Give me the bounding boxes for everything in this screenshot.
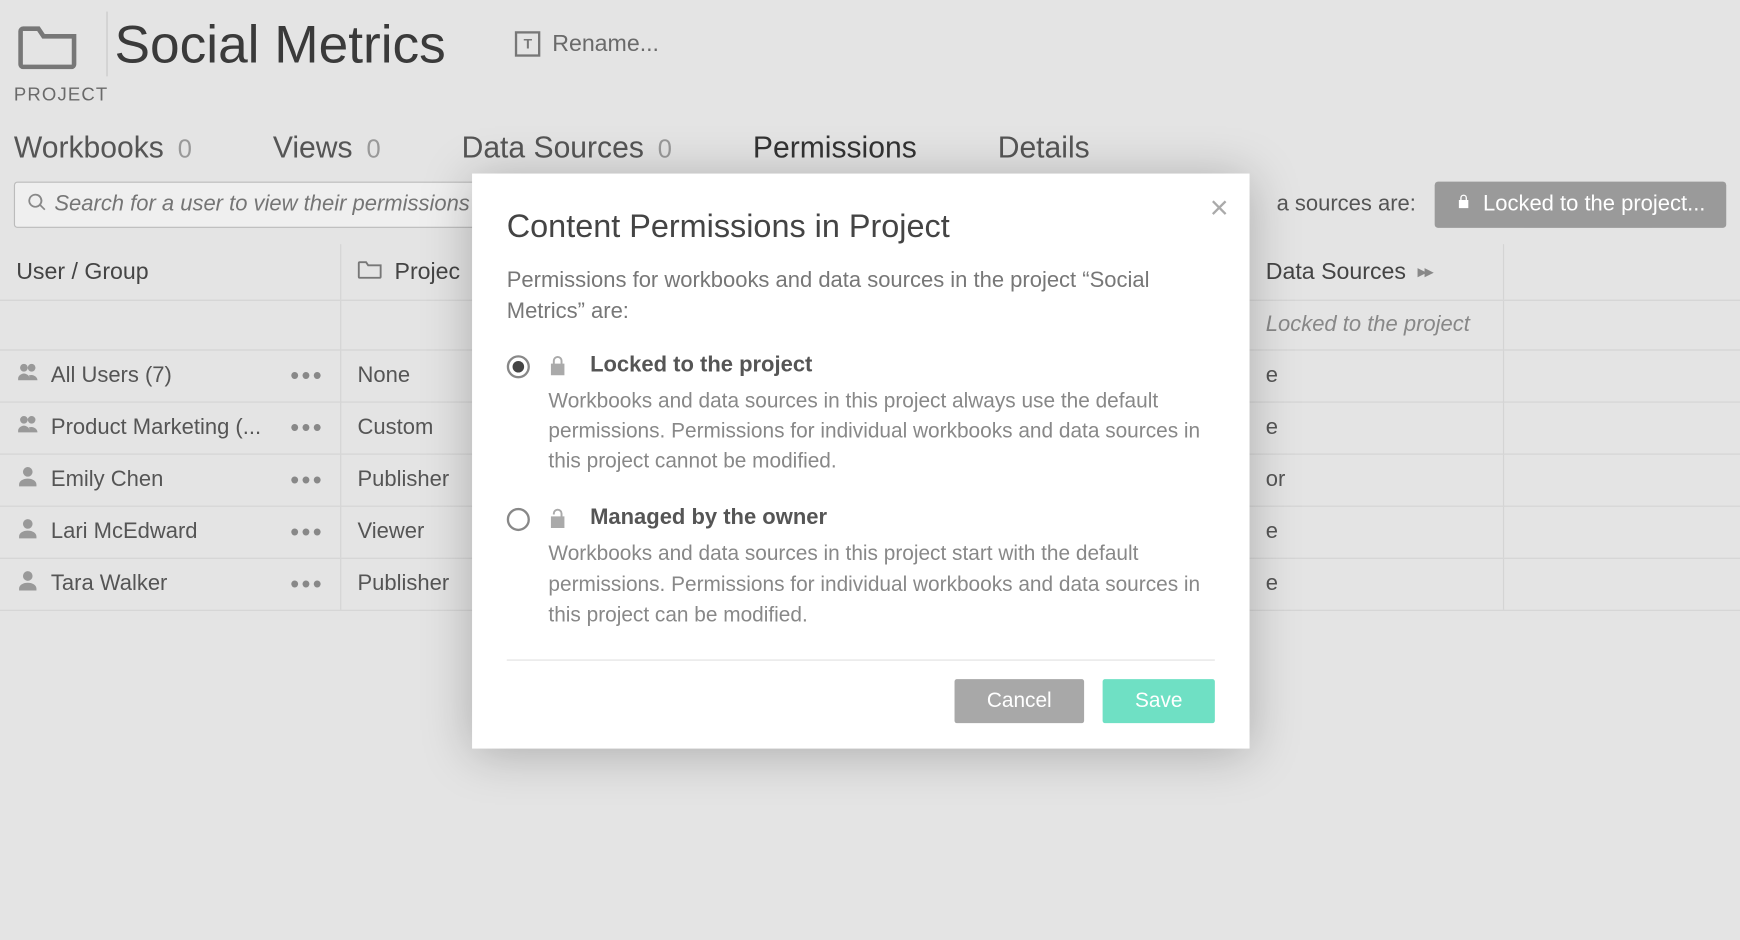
option-managed-by-owner[interactable]: Managed by the owner Workbooks and data … (507, 506, 1215, 629)
modal-overlay: × Content Permissions in Project Permiss… (0, 0, 1740, 939)
option-managed-title: Managed by the owner (590, 506, 1215, 531)
radio-locked[interactable] (507, 355, 530, 378)
close-button[interactable]: × (1210, 190, 1229, 227)
option-locked-to-project[interactable]: Locked to the project Workbooks and data… (507, 353, 1215, 476)
lock-icon (546, 353, 581, 385)
cancel-button[interactable]: Cancel (954, 679, 1084, 723)
modal-description: Permissions for workbooks and data sourc… (507, 266, 1215, 328)
content-permissions-modal: × Content Permissions in Project Permiss… (472, 174, 1250, 749)
modal-title: Content Permissions in Project (507, 208, 1215, 245)
save-button[interactable]: Save (1103, 679, 1215, 723)
option-managed-body: Workbooks and data sources in this proje… (546, 539, 1215, 630)
close-icon: × (1210, 190, 1229, 226)
modal-divider (507, 659, 1215, 660)
unlock-icon (546, 506, 581, 538)
option-locked-title: Locked to the project (590, 353, 1215, 378)
radio-managed[interactable] (507, 508, 530, 531)
option-locked-body: Workbooks and data sources in this proje… (546, 385, 1215, 476)
